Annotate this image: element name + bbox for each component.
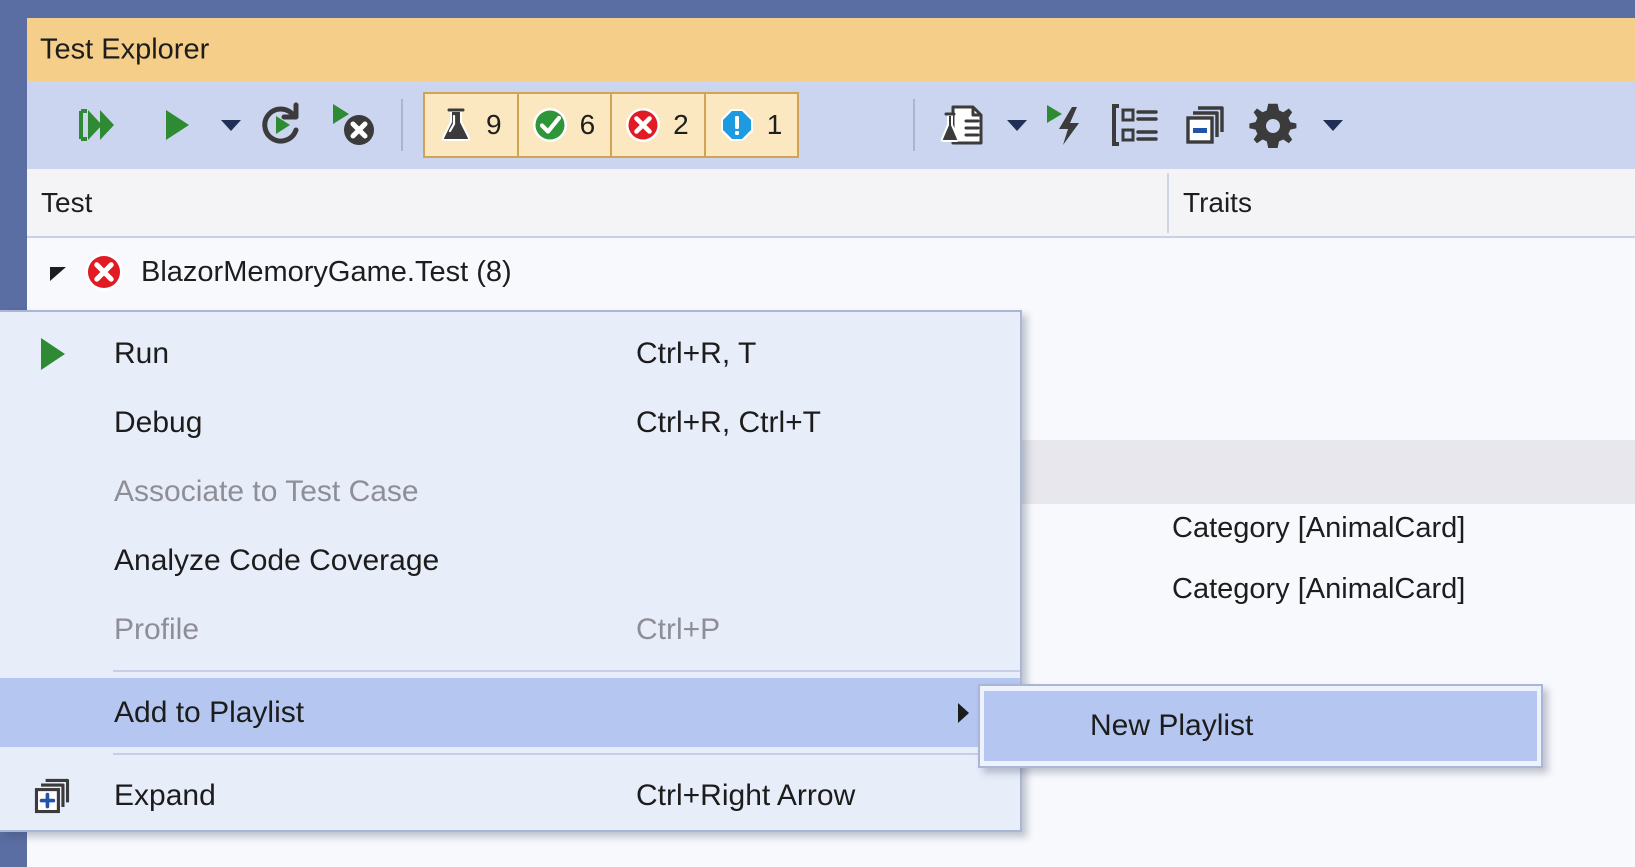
menu-item-label: Analyze Code Coverage: [114, 543, 440, 577]
menu-item-profile: Profile Ctrl+P: [0, 595, 1020, 664]
menu-item-expand[interactable]: Expand Ctrl+Right Arrow: [0, 761, 1020, 830]
menu-item-label: Associate to Test Case: [114, 474, 419, 508]
test-detail-dropdown-button[interactable]: [999, 107, 1035, 143]
group-by-button[interactable]: [1107, 97, 1163, 153]
flask-icon: [437, 106, 475, 144]
stacked-windows-icon: [1186, 106, 1224, 144]
menu-item-associate-to-test-case: Associate to Test Case: [0, 457, 1020, 526]
menu-item-shortcut: Ctrl+R, T: [636, 336, 757, 370]
test-explorer-toolbar: 9 6 2 1: [27, 81, 1635, 169]
run-all-icon: [79, 109, 114, 141]
stop-run-icon: [333, 104, 374, 145]
test-explorer-screenshot: Test Explorer 9 6 2 1 Test Traits Blazor…: [0, 0, 1635, 867]
status-pill-passed[interactable]: 6: [519, 94, 613, 156]
repeat-last-run-button[interactable]: [253, 97, 309, 153]
stacked-windows-plus-icon: [31, 775, 73, 817]
column-header-test[interactable]: Test: [27, 169, 1167, 236]
play-icon: [166, 110, 189, 140]
test-status-summary: 9 6 2 1: [423, 92, 800, 158]
error-circle-icon: [624, 106, 662, 144]
menu-item-label: New Playlist: [1090, 709, 1254, 742]
page-title: Test Explorer: [40, 33, 210, 65]
status-count-passed: 6: [579, 109, 596, 140]
trait-value: Category [AnimalCard]: [1172, 512, 1466, 544]
menu-item-new-playlist[interactable]: New Playlist: [984, 691, 1537, 761]
run-dropdown-button[interactable]: [213, 107, 249, 143]
play-icon: [31, 333, 73, 375]
grid-column-headers: Test Traits: [27, 169, 1635, 238]
run-selected-tests-button[interactable]: [147, 97, 203, 153]
menu-separator: [113, 670, 1020, 672]
run-lightning-icon: [1047, 105, 1079, 145]
column-header-traits[interactable]: Traits: [1169, 169, 1635, 236]
test-node-label: BlazorMemoryGame.Test (8): [141, 255, 512, 288]
status-count-total: 9: [486, 109, 502, 140]
status-pill-total[interactable]: 9: [425, 94, 519, 156]
menu-item-label: Add to Playlist: [114, 695, 305, 729]
repeat-run-icon: [262, 102, 299, 144]
run-all-tests-button[interactable]: [67, 97, 123, 153]
chevron-down-icon: [221, 120, 241, 131]
menu-item-label: Debug: [114, 405, 203, 439]
settings-dropdown-button[interactable]: [1315, 107, 1351, 143]
trait-value: Category [AnimalCard]: [1172, 573, 1466, 605]
toolbar-separator-1: [401, 99, 403, 151]
window-frame-top: [0, 0, 1635, 18]
group-by-icon: [1112, 104, 1158, 146]
cancel-test-run-button[interactable]: [325, 97, 381, 153]
status-count-failed: 2: [673, 109, 689, 140]
status-count-not-run: 1: [766, 109, 783, 140]
menu-item-debug[interactable]: Debug Ctrl+R, Ctrl+T: [0, 388, 1020, 457]
menu-item-run[interactable]: Run Ctrl+R, T: [0, 319, 1020, 388]
menu-item-label: Run: [114, 336, 170, 370]
context-menu: Run Ctrl+R, T Debug Ctrl+R, Ctrl+T Assoc…: [0, 310, 1022, 832]
test-detail-summary-button[interactable]: [935, 97, 991, 153]
chevron-down-icon: [1323, 120, 1343, 131]
status-pill-not-run[interactable]: 1: [706, 94, 798, 156]
menu-item-label: Expand: [114, 778, 216, 812]
test-document-icon: [940, 105, 983, 145]
tree-expand-toggle[interactable]: [45, 259, 71, 285]
toolbar-separator-2: [913, 99, 915, 151]
warning-octagon-icon: [718, 106, 756, 144]
chevron-down-icon: [1007, 120, 1027, 131]
status-pill-failed[interactable]: 2: [612, 94, 706, 156]
menu-item-shortcut: Ctrl+R, Ctrl+T: [636, 405, 822, 439]
error-circle-icon: [83, 251, 125, 293]
add-to-playlist-submenu: New Playlist: [978, 684, 1543, 768]
menu-item-shortcut: Ctrl+Right Arrow: [636, 778, 856, 812]
settings-button[interactable]: [1245, 97, 1301, 153]
menu-item-shortcut: Ctrl+P: [636, 612, 721, 646]
submenu-arrow-icon: [954, 700, 972, 726]
tool-window-title-bar: Test Explorer: [27, 18, 1635, 81]
gear-icon: [1249, 103, 1297, 148]
menu-separator: [113, 753, 1020, 755]
menu-item-label: Profile: [114, 612, 200, 646]
triangle-down-icon: [50, 267, 66, 281]
menu-item-add-to-playlist[interactable]: Add to Playlist: [0, 678, 1020, 747]
expand-collapse-button[interactable]: [1177, 97, 1233, 153]
run-failed-tests-button[interactable]: [1039, 97, 1095, 153]
check-circle-icon: [531, 106, 569, 144]
menu-item-analyze-code-coverage[interactable]: Analyze Code Coverage: [0, 526, 1020, 595]
table-row[interactable]: BlazorMemoryGame.Test (8): [27, 238, 1635, 306]
